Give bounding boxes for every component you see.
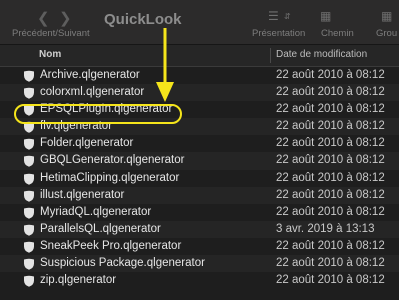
- qlgenerator-shield-icon: [24, 224, 34, 236]
- back-forward-label: Précédent/Suivant: [12, 28, 90, 39]
- path-label: Chemin: [321, 28, 354, 39]
- file-name: Suspicious Package.qlgenerator: [40, 257, 205, 270]
- qlgenerator-shield-icon: [24, 190, 34, 202]
- chevron-updown-icon[interactable]: ⇵: [284, 12, 291, 21]
- qlgenerator-shield-icon: [24, 70, 34, 82]
- qlgenerator-shield-icon: [24, 241, 34, 253]
- file-name: Folder.qlgenerator: [40, 137, 134, 150]
- file-name: HetimaClipping.qlgenerator: [40, 171, 180, 184]
- annotation-arrow: [156, 28, 174, 102]
- path-icon[interactable]: ▦: [320, 9, 331, 23]
- file-name: zip.qlgenerator: [40, 274, 117, 287]
- file-date: 22 août 2010 à 08:12: [276, 188, 385, 201]
- column-divider[interactable]: [270, 48, 271, 63]
- file-name: Archive.qlgenerator: [40, 69, 140, 81]
- column-name-header[interactable]: Nom: [39, 49, 61, 60]
- file-name: GBQLGenerator.qlgenerator: [40, 154, 185, 167]
- file-date: 22 août 2010 à 08:12: [276, 120, 385, 133]
- file-name: colorxml.qlgenerator: [40, 86, 145, 99]
- file-row[interactable]: Suspicious Package.qlgenerator 22 août 20…: [0, 255, 399, 273]
- file-row[interactable]: GBQLGenerator.qlgenerator 22 août 2010 à …: [0, 152, 399, 170]
- qlgenerator-shield-icon: [24, 156, 34, 168]
- file-name: ParallelsQL.qlgenerator: [40, 222, 161, 235]
- file-row[interactable]: Archive.qlgenerator 22 août 2010 à 08:12: [0, 67, 399, 84]
- file-row[interactable]: colorxml.qlgenerator 22 août 2010 à 08:12: [0, 84, 399, 102]
- group-label: Grou: [376, 28, 398, 39]
- file-date: 22 août 2010 à 08:12: [276, 239, 385, 252]
- file-date: 22 août 2010 à 08:12: [276, 69, 385, 81]
- file-date: 22 août 2010 à 08:12: [276, 257, 385, 270]
- finder-toolbar: ❮ ❯ QuickLook Précédent/Suivant ☰ ⇵ Prés…: [0, 0, 399, 45]
- file-row[interactable]: HetimaClipping.qlgenerator 22 août 2010 à…: [0, 170, 399, 187]
- file-date: 22 août 2010 à 08:12: [276, 103, 385, 116]
- file-date: 3 avr. 2019 à 13:13: [276, 222, 375, 235]
- forward-icon[interactable]: ❯: [59, 9, 72, 27]
- file-row[interactable]: SneakPeek Pro.qlgenerator 22 août 2010 à …: [0, 238, 399, 255]
- group-icon[interactable]: ▦: [381, 9, 392, 23]
- highlight-ellipse: [14, 104, 182, 124]
- file-row[interactable]: MyriadQL.qlgenerator 22 août 2010 à 08:12: [0, 204, 399, 221]
- file-row[interactable]: ParallelsQL.qlgenerator 3 avr. 2019 à 13:…: [0, 220, 399, 238]
- qlgenerator-shield-icon: [24, 207, 34, 219]
- file-date: 22 août 2010 à 08:12: [276, 86, 385, 99]
- file-name: illust.qlgenerator: [40, 188, 125, 201]
- file-list: Archive.qlgenerator 22 août 2010 à 08:12 c…: [0, 67, 399, 289]
- file-date: 22 août 2010 à 08:12: [276, 154, 385, 167]
- qlgenerator-shield-icon: [24, 258, 34, 270]
- window-title: QuickLook: [104, 11, 182, 28]
- file-row[interactable]: Folder.qlgenerator 22 août 2010 à 08:12: [0, 135, 399, 152]
- file-name: MyriadQL.qlgenerator: [40, 205, 152, 218]
- qlgenerator-shield-icon: [24, 173, 34, 185]
- back-icon[interactable]: ❮: [37, 9, 50, 27]
- column-header: Nom Date de modification: [0, 45, 399, 67]
- file-date: 22 août 2010 à 08:12: [276, 205, 385, 218]
- file-name: SneakPeek Pro.qlgenerator: [40, 239, 182, 252]
- file-date: 22 août 2010 à 08:12: [276, 274, 385, 287]
- file-row[interactable]: illust.qlgenerator 22 août 2010 à 08:12: [0, 186, 399, 204]
- presentation-label: Présentation: [252, 28, 306, 39]
- file-date: 22 août 2010 à 08:12: [276, 171, 385, 184]
- qlgenerator-shield-icon: [24, 275, 34, 287]
- list-view-icon[interactable]: ☰: [268, 9, 279, 23]
- qlgenerator-shield-icon: [24, 87, 34, 99]
- file-row[interactable]: zip.qlgenerator 22 août 2010 à 08:12: [0, 272, 399, 289]
- qlgenerator-shield-icon: [24, 139, 34, 151]
- file-date: 22 août 2010 à 08:12: [276, 137, 385, 150]
- column-date-header[interactable]: Date de modification: [276, 49, 367, 60]
